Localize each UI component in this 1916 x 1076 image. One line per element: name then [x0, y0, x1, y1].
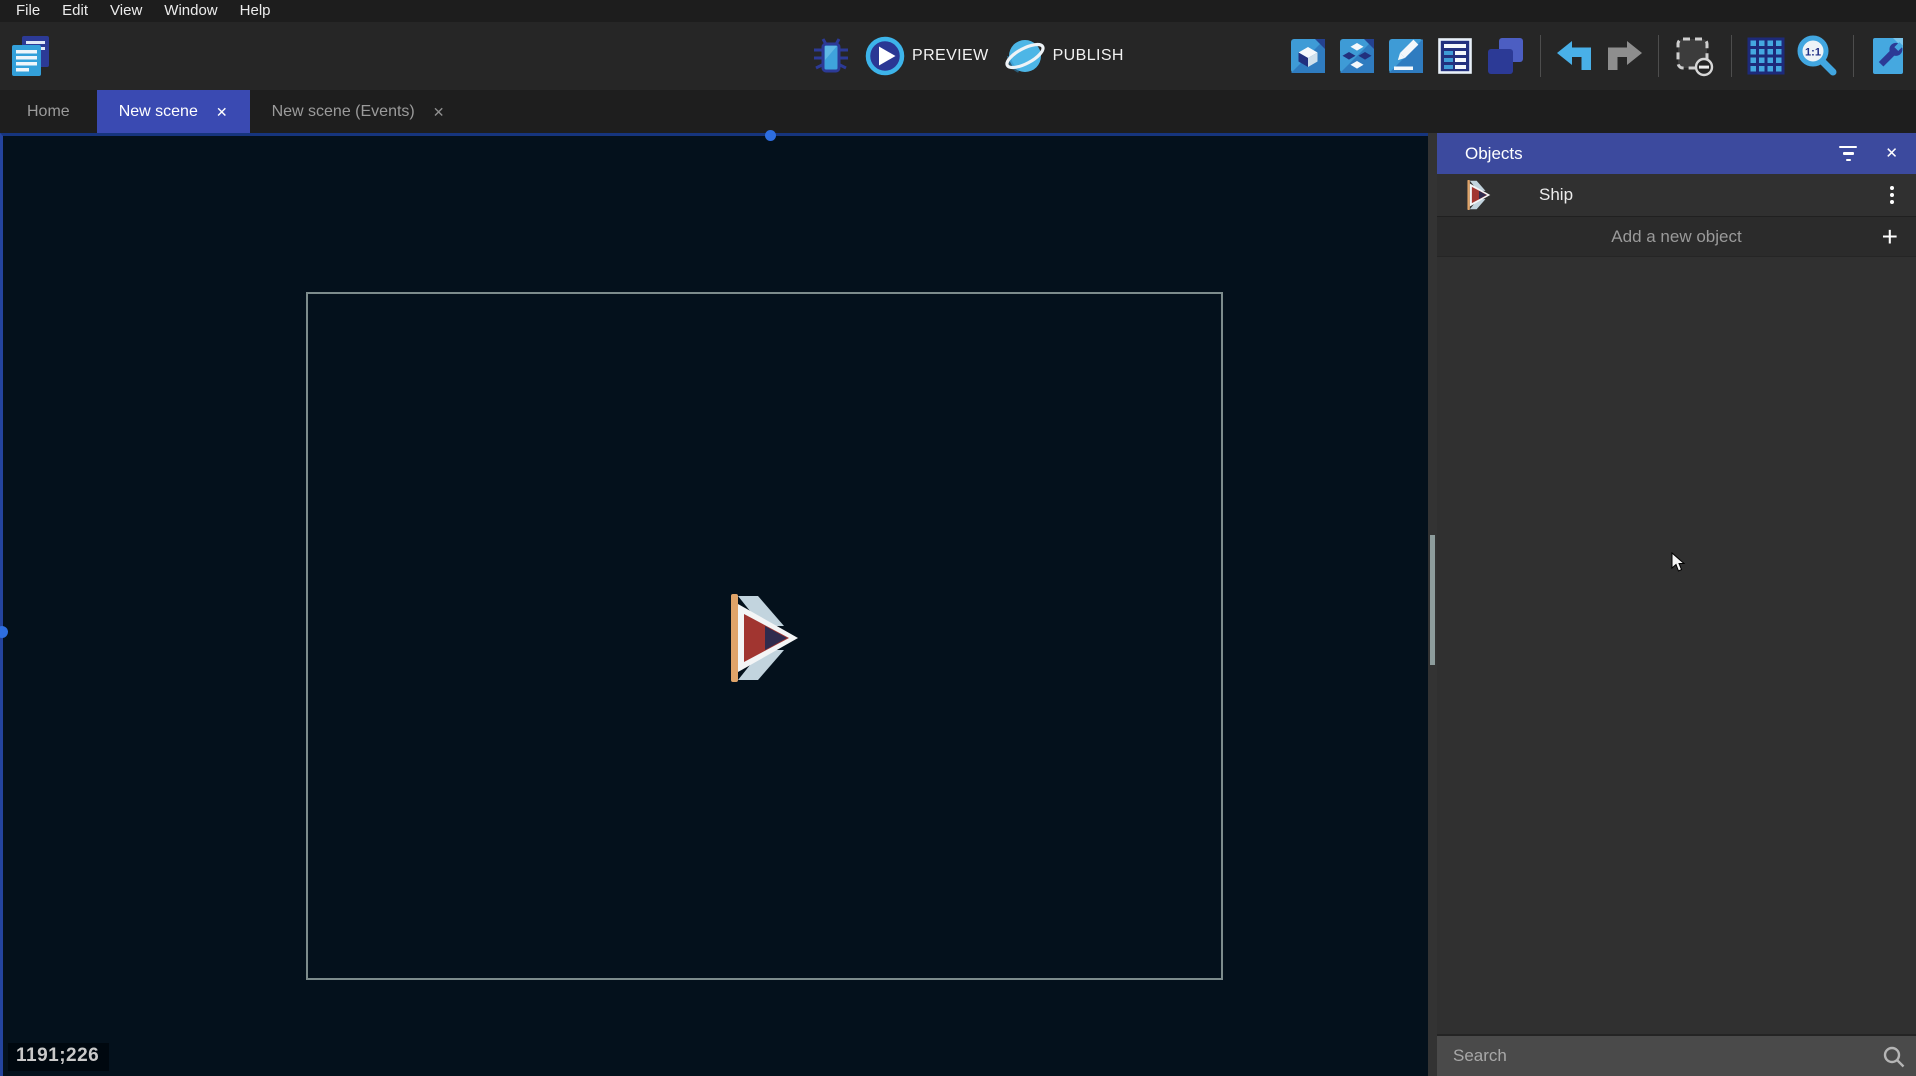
- close-panel-icon[interactable]: ✕: [1885, 146, 1898, 161]
- add-object-label: Add a new object: [1611, 227, 1741, 247]
- grid-icon[interactable]: [1746, 36, 1786, 76]
- instances-list-icon[interactable]: [1435, 36, 1475, 76]
- canvas-scroll-indicator-top[interactable]: [765, 130, 776, 141]
- vertical-scrollbar-thumb[interactable]: [1430, 535, 1435, 665]
- gdevelop-window: File Edit View Window Help: [0, 0, 1916, 1076]
- toolbar-separator: [1540, 35, 1541, 77]
- search-input[interactable]: [1437, 1036, 1916, 1076]
- tab-new-scene-label: New scene: [119, 103, 198, 121]
- deselect-instances-icon[interactable]: [1673, 35, 1717, 77]
- objects-panel: Objects ✕ Ship Add a new object +: [1437, 133, 1916, 1076]
- preview-label: PREVIEW: [912, 47, 989, 65]
- cursor-coordinates: 1191;226: [8, 1043, 109, 1071]
- publish-globe-icon: [1003, 34, 1047, 78]
- toolbar-separator: [1853, 35, 1854, 77]
- filter-icon[interactable]: [1839, 146, 1857, 162]
- zoom-1-1-icon[interactable]: 1:1: [1795, 34, 1839, 78]
- object-row-ship[interactable]: Ship: [1437, 174, 1916, 217]
- project-manager-icon[interactable]: [8, 33, 54, 79]
- object-name: Ship: [1539, 185, 1884, 205]
- editor-splitter[interactable]: [1428, 133, 1437, 1076]
- object-menu-kebab-icon[interactable]: [1884, 186, 1900, 204]
- canvas-scroll-indicator-left[interactable]: [0, 626, 8, 638]
- mouse-cursor: [1671, 552, 1686, 573]
- redo-icon[interactable]: [1604, 39, 1644, 73]
- layers-icon[interactable]: [1484, 35, 1526, 77]
- properties-icon[interactable]: [1386, 36, 1426, 76]
- ship-instance[interactable]: [718, 588, 806, 688]
- menu-file[interactable]: File: [5, 0, 51, 22]
- publish-label: PUBLISH: [1053, 47, 1124, 65]
- tab-new-scene-events-label: New scene (Events): [272, 103, 415, 121]
- object-search-bar: [1437, 1034, 1916, 1076]
- toolbar-separator: [1658, 35, 1659, 77]
- ship-thumbnail-icon: [1463, 178, 1493, 212]
- toolbar-separator: [1731, 35, 1732, 77]
- objects-panel-title: Objects: [1465, 144, 1839, 164]
- publish-button[interactable]: PUBLISH: [1003, 34, 1124, 78]
- menu-edit[interactable]: Edit: [51, 0, 99, 22]
- tab-close-icon[interactable]: ✕: [216, 105, 228, 119]
- add-object-button[interactable]: Add a new object +: [1437, 217, 1916, 257]
- objects-panel-header: Objects ✕: [1437, 133, 1916, 174]
- object-groups-icon[interactable]: [1337, 36, 1377, 76]
- menu-window[interactable]: Window: [153, 0, 228, 22]
- tab-home-label: Home: [27, 103, 70, 121]
- main-toolbar: PREVIEW PUBLISH: [0, 22, 1916, 90]
- scene-properties-icon[interactable]: [1868, 35, 1908, 77]
- preview-button[interactable]: PREVIEW: [864, 35, 989, 77]
- menu-bar: File Edit View Window Help: [0, 0, 1916, 22]
- debug-icon[interactable]: [812, 35, 850, 77]
- tab-close-icon[interactable]: ✕: [433, 105, 445, 119]
- tab-new-scene[interactable]: New scene ✕: [97, 90, 250, 133]
- play-icon: [864, 35, 906, 77]
- search-icon: [1882, 1045, 1906, 1069]
- tab-bar: Home New scene ✕ New scene (Events) ✕: [0, 90, 1916, 133]
- scene-canvas[interactable]: 1191;226: [0, 133, 1428, 1076]
- menu-view[interactable]: View: [99, 0, 153, 22]
- tab-new-scene-events[interactable]: New scene (Events) ✕: [250, 90, 467, 133]
- svg-text:1:1: 1:1: [1805, 47, 1821, 59]
- undo-icon[interactable]: [1555, 39, 1595, 73]
- objects-editor-icon[interactable]: [1288, 36, 1328, 76]
- menu-help[interactable]: Help: [229, 0, 282, 22]
- plus-icon: +: [1882, 219, 1898, 255]
- tab-home[interactable]: Home: [0, 90, 97, 133]
